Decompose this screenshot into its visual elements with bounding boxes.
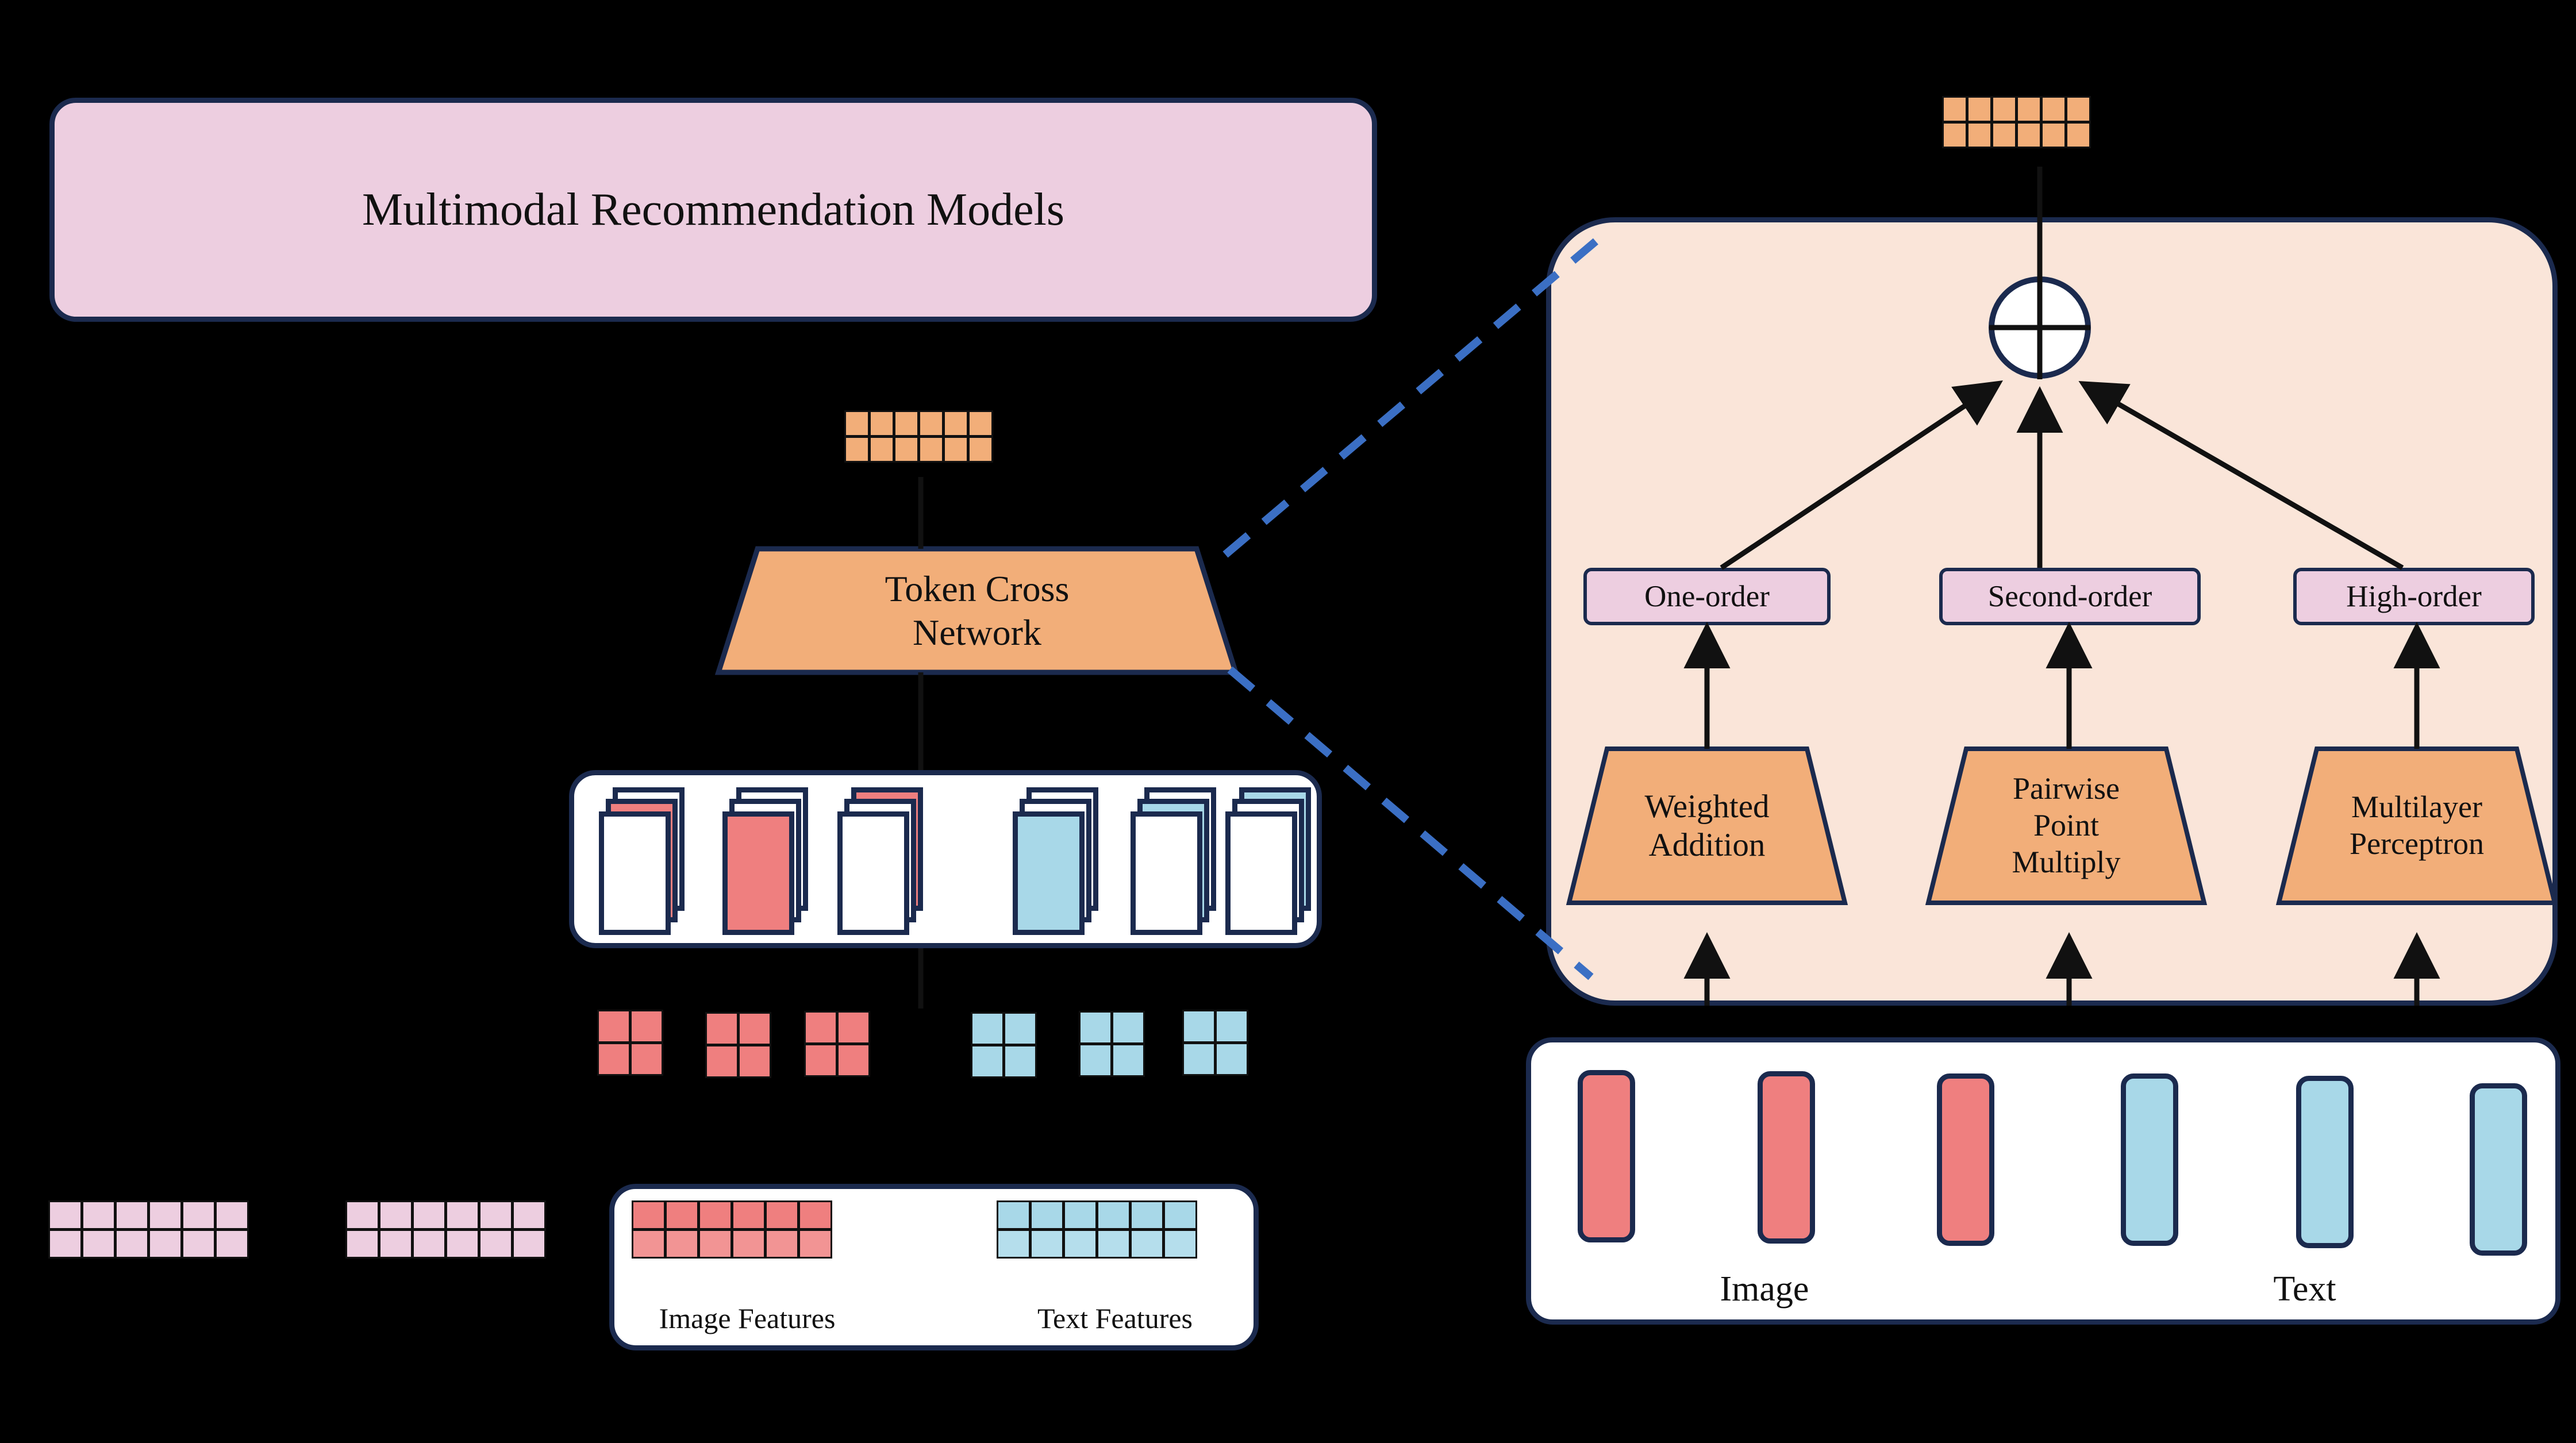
token-cross-network-block: Token Cross Network <box>714 546 1240 675</box>
text-token-small-grid-3 <box>1182 1009 1248 1076</box>
text-input-token-2 <box>2296 1076 2354 1248</box>
text-token-stack-2 <box>1129 787 1239 942</box>
legend-text-features-swatch <box>996 1200 1197 1259</box>
image-token-stack-2 <box>721 787 831 942</box>
diagram-canvas: Multimodal Recommendation Models Token C… <box>0 0 2576 1443</box>
operator-pairwise-point-multiply-label: Pairwise Point Multiply <box>2012 771 2121 879</box>
image-token-stack-1 <box>598 787 707 942</box>
text-token-stack-3 <box>1224 787 1333 942</box>
image-input-token-1 <box>1578 1070 1635 1242</box>
legend-text-features-label: Text Features <box>1037 1302 1193 1334</box>
pill-one-order[interactable]: One-order <box>1583 568 1831 625</box>
image-token-small-grid-1 <box>597 1009 663 1076</box>
output-token-grid-right <box>1941 95 2091 148</box>
sum-node <box>1988 276 2091 379</box>
image-token-small-grid-2 <box>705 1011 771 1078</box>
text-token-stack-1 <box>1012 787 1121 942</box>
image-token-stack-3 <box>836 787 945 942</box>
text-token-small-grid-1 <box>970 1011 1037 1078</box>
output-token-grid-left <box>844 410 993 463</box>
page-title: Multimodal Recommendation Models <box>362 184 1065 235</box>
text-input-token-3 <box>2470 1083 2527 1256</box>
legend-image-features-label: Image Features <box>659 1302 836 1334</box>
text-input-token-1 <box>2121 1073 2178 1246</box>
operator-weighted-addition-label: Weighted Addition <box>1644 788 1770 863</box>
operator-multilayer-perceptron: Multilayer Perceptron <box>2275 746 2558 905</box>
multimodal-recommendation-models-box: Multimodal Recommendation Models <box>49 98 1377 322</box>
operator-multilayer-perceptron-label: Multilayer Perceptron <box>2350 790 2484 861</box>
pill-high-order-label: High-order <box>2346 580 2482 613</box>
pink-embedding-grid-2 <box>345 1200 546 1259</box>
pill-one-order-label: One-order <box>1644 580 1770 613</box>
pill-high-order[interactable]: High-order <box>2293 568 2535 625</box>
legend-image-features-swatch <box>631 1200 832 1259</box>
image-modality-label: Image <box>1720 1269 1809 1309</box>
text-modality-label: Text <box>2273 1269 2336 1309</box>
image-input-token-3 <box>1937 1073 1994 1246</box>
image-token-small-grid-3 <box>803 1010 870 1077</box>
image-input-token-2 <box>1758 1071 1815 1244</box>
token-cross-network-label: Token Cross Network <box>885 568 1070 653</box>
pill-second-order-label: Second-order <box>1987 580 2152 613</box>
text-token-small-grid-2 <box>1078 1010 1145 1077</box>
pink-embedding-grid-1 <box>48 1200 249 1259</box>
operator-pairwise-point-multiply: Pairwise Point Multiply <box>1925 746 2208 905</box>
operator-weighted-addition: Weighted Addition <box>1566 746 1848 905</box>
pill-second-order[interactable]: Second-order <box>1939 568 2201 625</box>
